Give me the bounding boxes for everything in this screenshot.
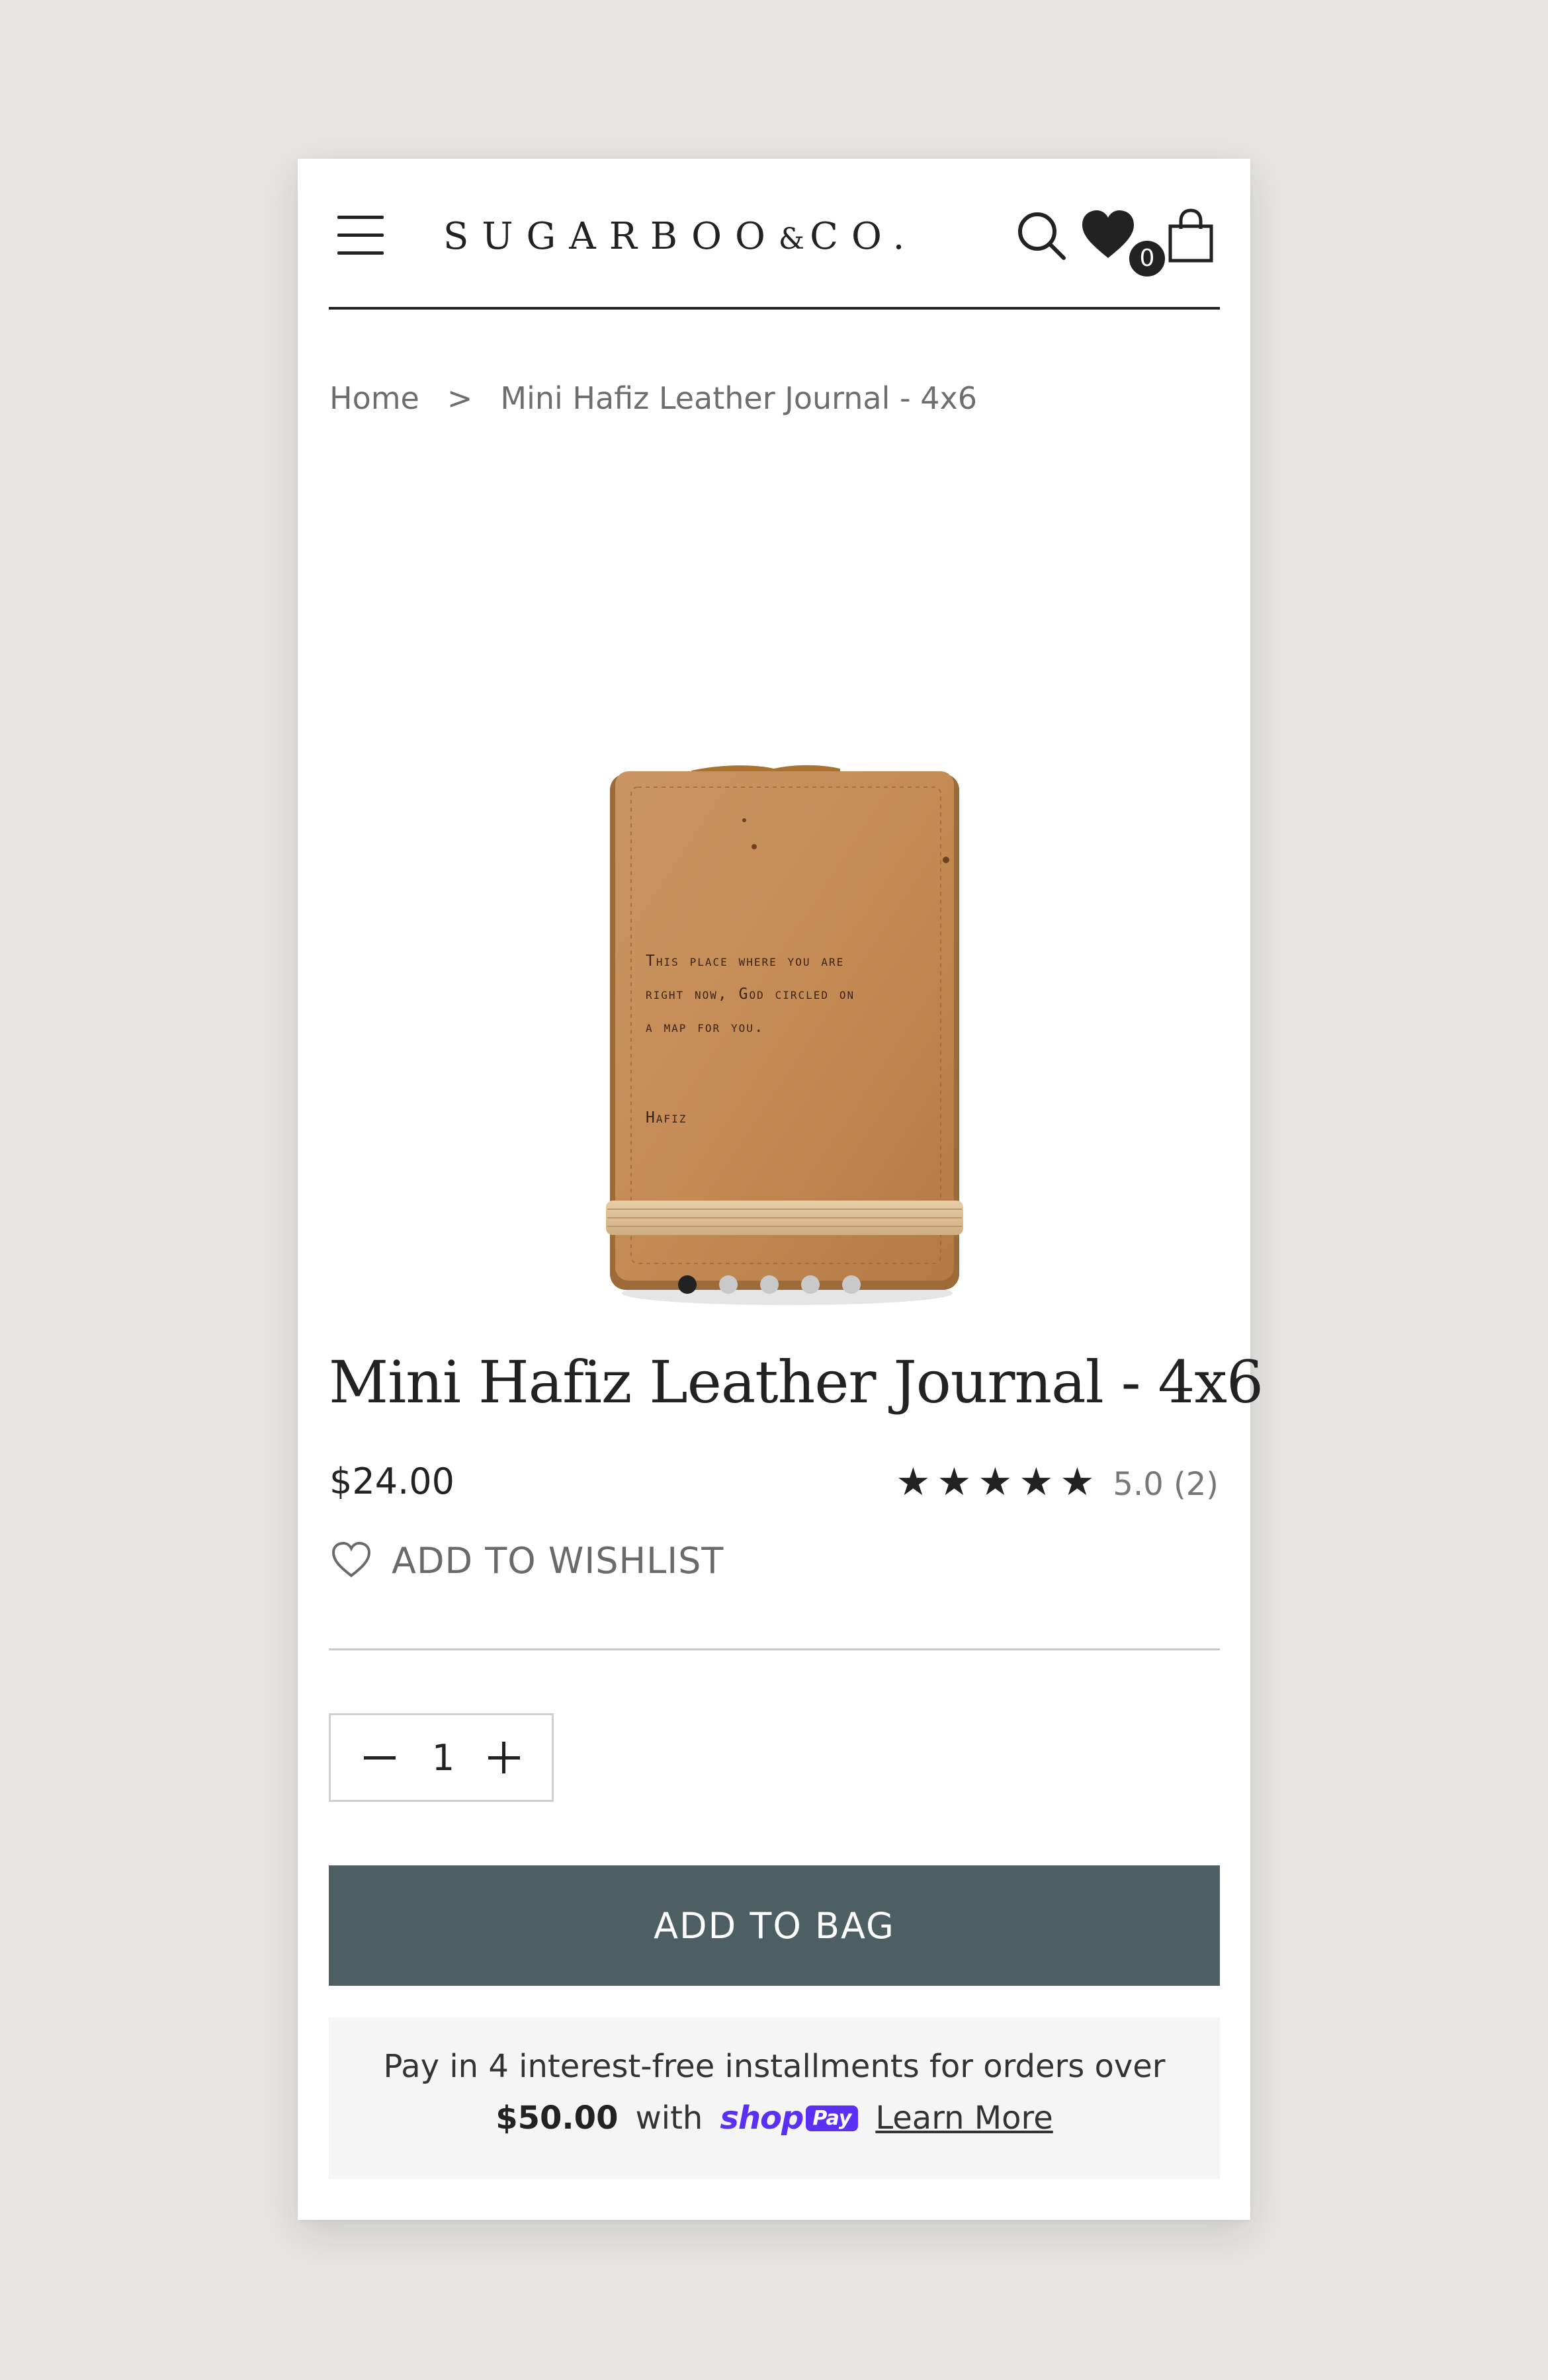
brand-suffix: CO. [810, 215, 918, 258]
menu-icon[interactable] [337, 216, 384, 255]
journal-quote-line2: right now, God circled on [646, 986, 855, 1003]
journal-quote-line3: a map for you. [646, 1019, 765, 1036]
plus-icon-stem [502, 1742, 505, 1773]
product-title: Mini Hafiz Leather Journal - 4x6 [329, 1348, 1264, 1416]
quantity-value[interactable]: 1 [410, 1735, 476, 1781]
brand-ampersand: & [778, 222, 810, 256]
shop-pay-badge: Pay [806, 2105, 859, 2131]
minus-icon [364, 1756, 396, 1760]
gallery-dot[interactable] [842, 1275, 861, 1294]
add-to-bag-label: ADD TO BAG [654, 1904, 895, 1947]
journal-author: Hafiz [646, 1109, 687, 1126]
section-divider [329, 1648, 1220, 1650]
rating-score: 5.0 (2) [1113, 1466, 1219, 1503]
product-price: $24.00 [329, 1461, 454, 1502]
quantity-stepper: 1 [329, 1713, 554, 1802]
heart-outline-icon [331, 1541, 372, 1582]
journal-quote-line1: This place where you are [646, 953, 844, 970]
search-icon[interactable] [1012, 205, 1072, 265]
brand-logo[interactable]: SUGARBOO&CO. [443, 210, 946, 263]
wishlist-label: ADD TO WISHLIST [392, 1540, 724, 1582]
rating-stars: ★★★★★ [896, 1459, 1101, 1504]
shop-pay-installments: Pay in 4 interest-free installments for … [329, 2018, 1220, 2179]
breadcrumb-home[interactable]: Home [329, 380, 419, 416]
learn-more-link[interactable]: Learn More [875, 2100, 1053, 2137]
bag-icon[interactable] [1161, 205, 1221, 265]
installments-detail: $50.00 with shop Pay Learn More [329, 2092, 1220, 2145]
product-image[interactable]: This place where you are right now, God … [602, 595, 972, 1323]
installments-text: Pay in 4 interest-free installments for … [383, 2048, 1166, 2085]
header-divider [329, 307, 1220, 310]
add-to-bag-button[interactable]: ADD TO BAG [329, 1865, 1220, 1986]
gallery-dot[interactable] [678, 1275, 697, 1294]
cart-count-badge: 0 [1127, 238, 1168, 279]
gallery-dot[interactable] [719, 1275, 738, 1294]
product-rating[interactable]: ★★★★★ 5.0 (2) [896, 1457, 1219, 1517]
gallery-dot[interactable] [760, 1275, 779, 1294]
breadcrumb-current: Mini Hafiz Leather Journal - 4x6 [500, 380, 977, 416]
gallery-dots [678, 1275, 861, 1294]
brand-name: SUGARBOO [443, 215, 779, 258]
product-card: SUGARBOO&CO. 0 Home > Mini Hafiz Leather J… [298, 159, 1264, 2220]
add-to-wishlist-button[interactable]: ADD TO WISHLIST [331, 1536, 724, 1586]
installments-with: with [635, 2100, 703, 2137]
installments-threshold: $50.00 [495, 2100, 619, 2137]
breadcrumb: Home > Mini Hafiz Leather Journal - 4x6 [329, 377, 977, 419]
gallery-dot[interactable] [801, 1275, 820, 1294]
shop-pay-logo: shop Pay [720, 2100, 859, 2137]
breadcrumb-separator: > [447, 380, 473, 416]
shop-pay-wordmark: shop [720, 2100, 804, 2137]
